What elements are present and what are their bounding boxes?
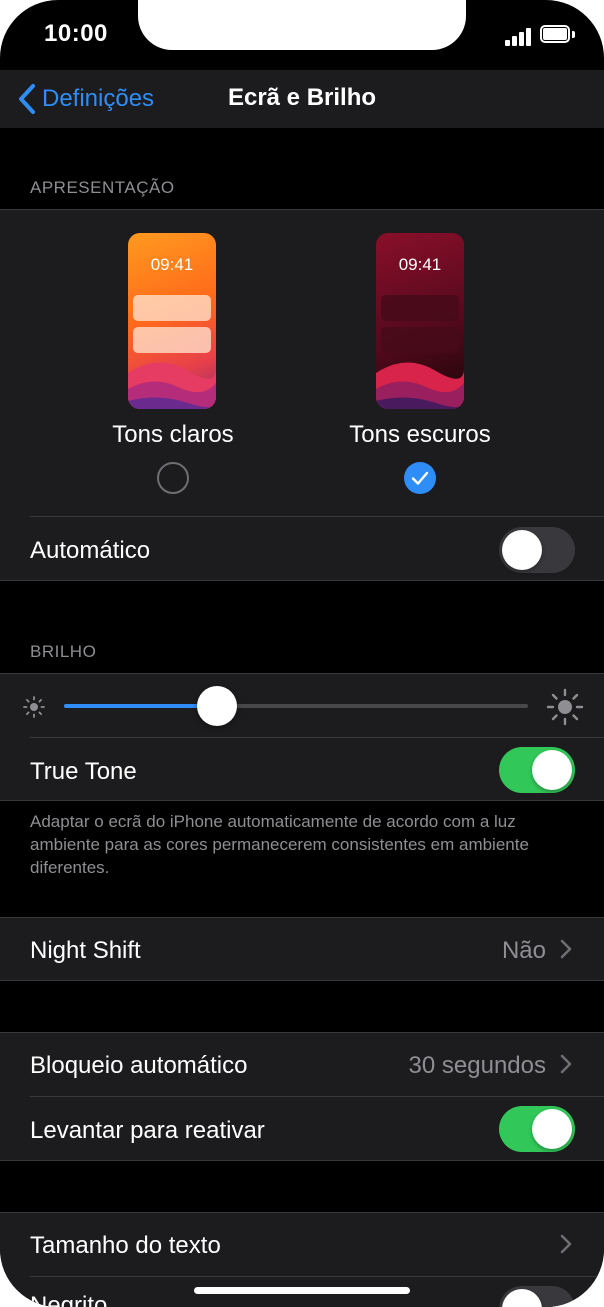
chevron-right-icon — [560, 939, 572, 959]
checkmark-icon — [411, 471, 429, 485]
true-tone-footer: Adaptar o ecrã do iPhone automaticamente… — [30, 812, 529, 877]
wallpaper-waves — [128, 362, 216, 409]
raise-to-wake-toggle[interactable] — [499, 1106, 575, 1152]
notch — [138, 0, 466, 50]
brightness-slider-thumb[interactable] — [197, 686, 238, 726]
chevron-right-icon — [560, 1054, 572, 1074]
raise-to-wake-label: Levantar para reativar — [30, 1117, 265, 1144]
light-mode-label: Tons claros — [112, 421, 234, 448]
night-shift-label: Night Shift — [30, 937, 141, 964]
phone-frame: 10:00 Definições Ecrã e Brilho APRESENTA… — [0, 0, 604, 1307]
brightness-group: True Tone — [0, 673, 604, 801]
chevron-right-icon — [560, 1234, 572, 1254]
true-tone-label: True Tone — [30, 758, 137, 785]
automatic-label: Automático — [30, 537, 151, 564]
appearance-group: 09:41 Tons claros 09:41 Tons escuros Aut… — [0, 209, 604, 581]
cellular-signal-icon — [505, 28, 533, 46]
auto-lock-value: 30 segundos — [408, 1052, 546, 1079]
dark-preview-time: 09:41 — [398, 255, 442, 274]
light-mode-radio[interactable] — [157, 462, 189, 494]
auto-lock-row[interactable]: Bloqueio automático 30 segundos — [0, 1032, 604, 1096]
dark-mode-radio[interactable] — [404, 462, 436, 494]
night-shift-value: Não — [501, 937, 546, 964]
lock-group: Bloqueio automático 30 segundos Levantar… — [0, 1032, 604, 1161]
status-time: 10:00 — [44, 20, 108, 47]
brightness-slider-fill — [64, 704, 218, 708]
true-tone-toggle[interactable] — [499, 747, 575, 793]
page-title: Ecrã e Brilho — [227, 84, 377, 111]
night-shift-row[interactable]: Night Shift Não — [0, 917, 604, 981]
wallpaper-waves — [376, 362, 464, 409]
home-indicator — [194, 1287, 410, 1294]
dark-mode-preview[interactable]: 09:41 — [376, 233, 464, 409]
bold-text-label: Negrito — [30, 1292, 108, 1307]
brightness-low-icon — [23, 696, 45, 718]
section-header-appearance: APRESENTAÇÃO — [30, 178, 175, 197]
light-mode-preview[interactable]: 09:41 — [128, 233, 216, 409]
section-header-brightness: BRILHO — [30, 642, 97, 661]
text-size-label: Tamanho do texto — [30, 1232, 221, 1259]
dark-mode-label: Tons escuros — [349, 421, 491, 448]
text-size-row[interactable]: Tamanho do texto — [0, 1212, 604, 1276]
navigation-bar: Definições Ecrã e Brilho — [0, 70, 604, 128]
automatic-toggle[interactable] — [499, 527, 575, 573]
auto-lock-label: Bloqueio automático — [30, 1052, 248, 1079]
light-preview-time: 09:41 — [150, 255, 194, 274]
brightness-high-icon — [546, 688, 584, 726]
bold-text-toggle[interactable] — [499, 1286, 575, 1307]
battery-icon — [540, 25, 576, 45]
